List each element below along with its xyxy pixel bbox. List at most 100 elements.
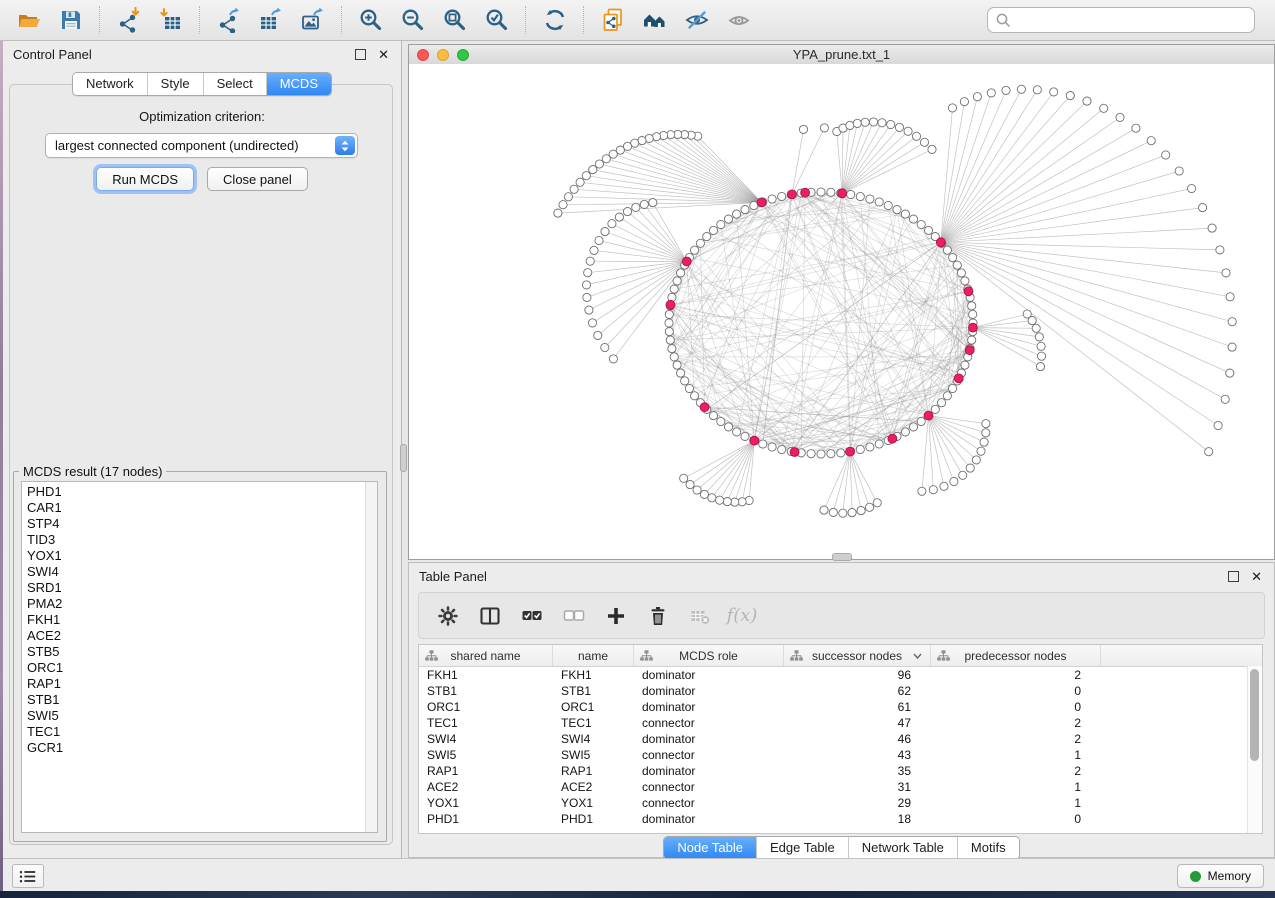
- function-builder-icon: f(x): [727, 605, 758, 626]
- zoom-selected-button[interactable]: [481, 4, 513, 36]
- column-label: shared name: [450, 649, 520, 663]
- tab-style[interactable]: Style: [147, 73, 203, 95]
- table-row[interactable]: ACE2ACE2connector311: [419, 779, 1262, 795]
- mcds-result-item[interactable]: TEC1: [27, 724, 377, 740]
- mcds-result-item[interactable]: SWI4: [27, 564, 377, 580]
- hide-selected-button[interactable]: [681, 4, 713, 36]
- table-row[interactable]: RAP1RAP1dominator352: [419, 763, 1262, 779]
- delete-row-icon: [647, 605, 669, 627]
- cell: FKH1: [419, 667, 553, 683]
- cell: 35: [784, 763, 931, 779]
- import-network-button[interactable]: [113, 4, 145, 36]
- save-session-button[interactable]: [55, 4, 87, 36]
- mcds-result-item[interactable]: PMA2: [27, 596, 377, 612]
- apply-layout-button[interactable]: [539, 4, 571, 36]
- cell: 31: [784, 779, 931, 795]
- network-window-titlebar[interactable]: YPA_prune.txt_1: [409, 45, 1274, 65]
- column-header-predecessor-nodes[interactable]: predecessor nodes: [931, 645, 1101, 666]
- new-network-from-selection-button[interactable]: [597, 4, 629, 36]
- mcds-result-list[interactable]: PHD1CAR1STP4TID3YOX1SWI4SRD1PMA2FKH1ACE2…: [21, 481, 378, 833]
- zoom-out-icon: [400, 7, 426, 33]
- deselect-all-button[interactable]: [557, 599, 591, 633]
- tab-mcds[interactable]: MCDS: [266, 73, 331, 95]
- mcds-result-item[interactable]: STB5: [27, 644, 377, 660]
- search-box[interactable]: [987, 7, 1255, 33]
- table-row[interactable]: TEC1TEC1connector472: [419, 715, 1262, 731]
- table-row[interactable]: STB1STB1dominator620: [419, 683, 1262, 699]
- tab-select[interactable]: Select: [203, 73, 266, 95]
- mcds-result-item[interactable]: PHD1: [27, 484, 377, 500]
- table-scrollbar-thumb[interactable]: [1250, 669, 1259, 761]
- float-table-panel-icon[interactable]: [1228, 571, 1239, 582]
- automation-panel-button[interactable]: [12, 864, 44, 888]
- table-scrollbar[interactable]: [1247, 666, 1262, 833]
- mcds-result-item[interactable]: FKH1: [27, 612, 377, 628]
- columns-button[interactable]: [473, 599, 507, 633]
- gear-button[interactable]: [431, 599, 465, 633]
- column-header-successor-nodes[interactable]: successor nodes: [784, 645, 931, 666]
- tab-edge-table[interactable]: Edge Table: [756, 837, 848, 859]
- memory-button[interactable]: Memory: [1177, 864, 1264, 888]
- table-row[interactable]: ORC1ORC1dominator610: [419, 699, 1262, 715]
- zoom-out-button[interactable]: [397, 4, 429, 36]
- mcds-result-scrollbar[interactable]: [365, 482, 377, 832]
- import-table-button[interactable]: [155, 4, 187, 36]
- mcds-result-item[interactable]: SRD1: [27, 580, 377, 596]
- delete-row-button[interactable]: [641, 599, 675, 633]
- table-row[interactable]: SWI4SWI4dominator462: [419, 731, 1262, 747]
- export-table-button[interactable]: [255, 4, 287, 36]
- optimization-criterion-select[interactable]: largest connected component (undirected): [45, 133, 358, 158]
- table-row[interactable]: FKH1FKH1dominator962: [419, 667, 1262, 683]
- import-network-icon: [116, 7, 142, 33]
- tab-node-table[interactable]: Node Table: [664, 837, 756, 859]
- table-row[interactable]: YOX1YOX1connector291: [419, 795, 1262, 811]
- cell: ORC1: [553, 699, 634, 715]
- column-header-MCDS-role[interactable]: MCDS role: [634, 645, 784, 666]
- mcds-result-item[interactable]: ACE2: [27, 628, 377, 644]
- control-panel-title: Control Panel: [13, 47, 92, 62]
- select-all-button[interactable]: [515, 599, 549, 633]
- search-input[interactable]: [1017, 12, 1247, 29]
- first-neighbors-button[interactable]: [639, 4, 671, 36]
- mcds-result-item[interactable]: RAP1: [27, 676, 377, 692]
- mcds-result-item[interactable]: STP4: [27, 516, 377, 532]
- mcds-result-item[interactable]: STB1: [27, 692, 377, 708]
- table-row[interactable]: PHD1PHD1dominator180: [419, 811, 1262, 827]
- mcds-result-item[interactable]: ORC1: [27, 660, 377, 676]
- gear-icon: [437, 605, 459, 627]
- run-mcds-button[interactable]: Run MCDS: [96, 167, 194, 191]
- cell: TEC1: [553, 715, 634, 731]
- zoom-in-button[interactable]: [355, 4, 387, 36]
- export-network-button[interactable]: [213, 4, 245, 36]
- add-row-button[interactable]: [599, 599, 633, 633]
- float-panel-icon[interactable]: [355, 49, 366, 60]
- table-header-row: shared name nameMCDS rolesuccessor nodesp…: [419, 645, 1262, 667]
- mcds-result-item[interactable]: SWI5: [27, 708, 377, 724]
- mcds-result-item[interactable]: YOX1: [27, 548, 377, 564]
- splitter-handle-bottom[interactable]: [832, 553, 852, 561]
- tab-motifs[interactable]: Motifs: [957, 837, 1019, 859]
- column-header-name[interactable]: name: [553, 645, 634, 666]
- network-graph[interactable]: [409, 64, 1274, 559]
- export-image-button[interactable]: [297, 4, 329, 36]
- save-session-icon: [58, 7, 84, 33]
- close-table-panel-icon[interactable]: ✕: [1251, 572, 1262, 581]
- table-row[interactable]: SWI5SWI5connector431: [419, 747, 1262, 763]
- network-canvas[interactable]: [409, 64, 1274, 559]
- zoom-fit-button[interactable]: [439, 4, 471, 36]
- mcds-result-group: MCDS result (17 nodes) PHD1CAR1STP4TID3Y…: [13, 464, 387, 842]
- dropdown-selected-value: largest connected component (undirected): [46, 138, 299, 153]
- close-panel-button[interactable]: Close panel: [207, 167, 308, 191]
- tab-network[interactable]: Network: [73, 73, 147, 95]
- mcds-result-item[interactable]: GCR1: [27, 740, 377, 756]
- mcds-result-item[interactable]: CAR1: [27, 500, 377, 516]
- splitter-handle-left[interactable]: [400, 444, 407, 472]
- column-header-shared-name[interactable]: shared name: [419, 645, 553, 666]
- open-session-button[interactable]: [13, 4, 45, 36]
- dropdown-stepper-icon: [335, 136, 355, 155]
- deselect-all-icon: [563, 605, 585, 627]
- close-panel-icon[interactable]: ✕: [378, 50, 389, 59]
- mcds-result-item[interactable]: TID3: [27, 532, 377, 548]
- show-all-button[interactable]: [723, 4, 755, 36]
- tab-network-table[interactable]: Network Table: [848, 837, 957, 859]
